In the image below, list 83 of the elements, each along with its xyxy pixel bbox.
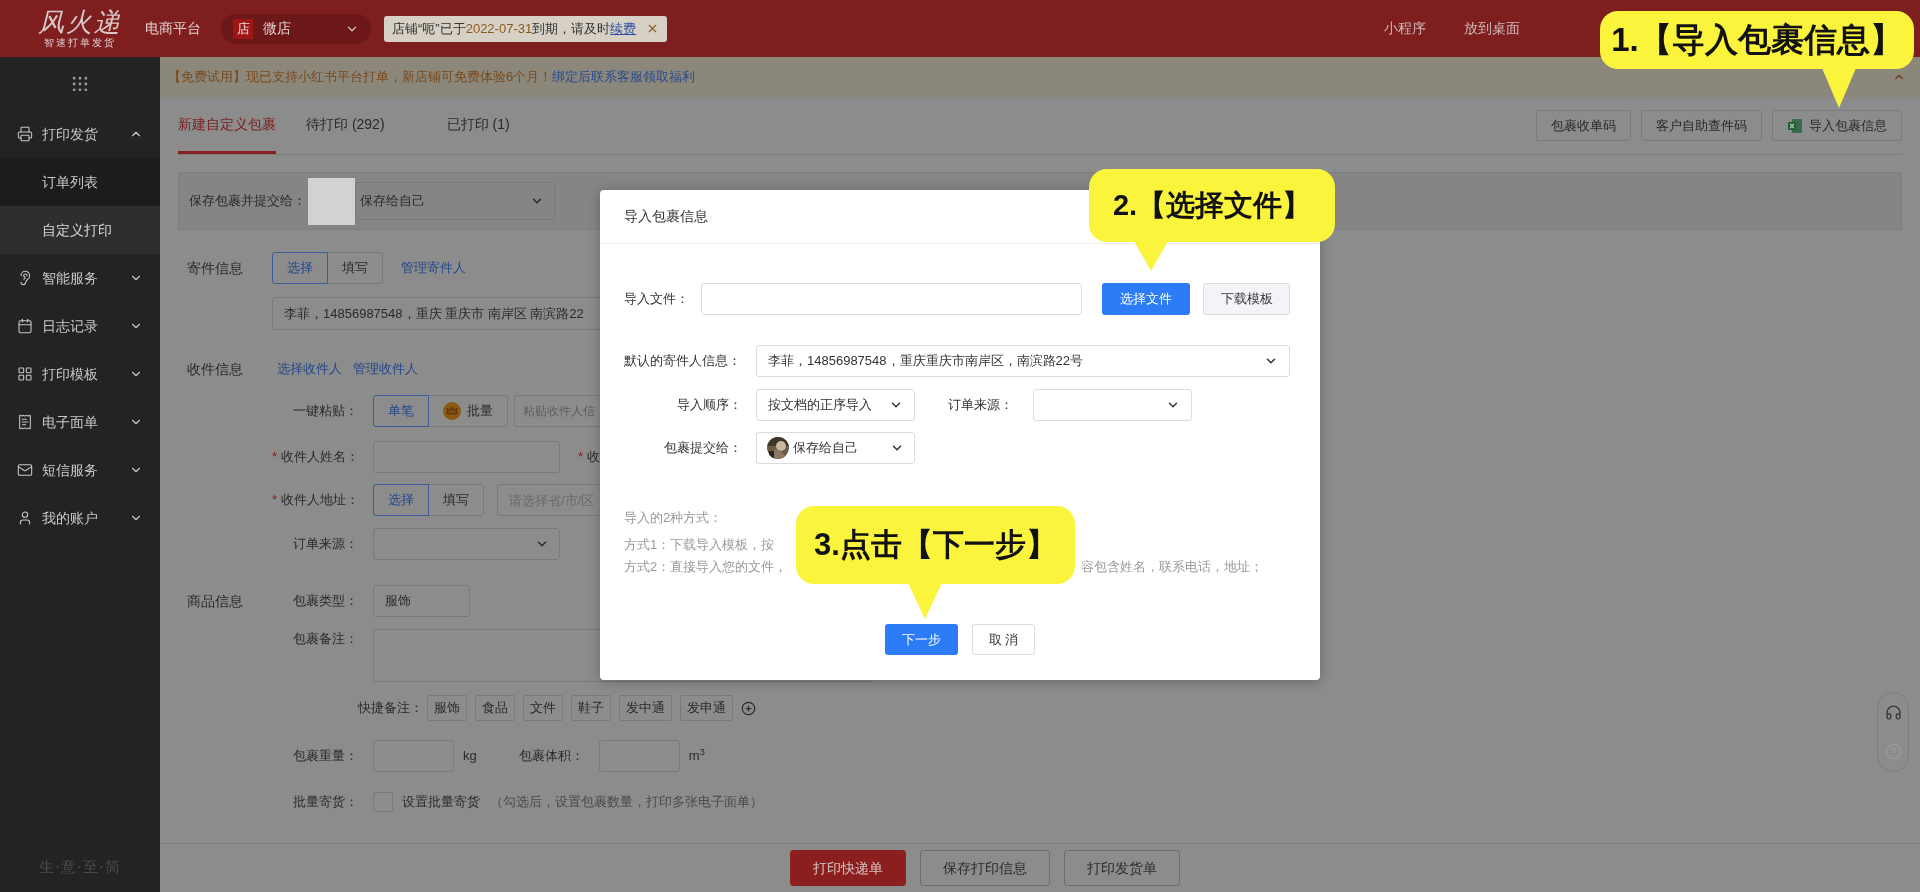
quick-note-tag[interactable]: 文件	[523, 695, 563, 721]
methods-title: 导入的2种方式：	[624, 509, 724, 527]
footer-button[interactable]: 保存打印信息	[920, 850, 1050, 886]
field-label: 包裹提交给：	[663, 439, 743, 458]
field-label: 一键粘贴：	[292, 402, 358, 421]
toolbar-button[interactable]: 导入包裹信息	[1772, 110, 1902, 141]
mode-toggle[interactable]: 填写	[428, 484, 484, 516]
mode-toggle[interactable]: 单笔	[373, 395, 429, 427]
renew-link[interactable]: 续费	[610, 20, 637, 36]
field-label: 包裹重量：	[292, 747, 358, 766]
tab[interactable]: 已打印 (1)	[446, 97, 510, 154]
field-label: 包裹体积：	[518, 747, 584, 766]
field-label: 批量寄货：	[292, 793, 358, 812]
choose-file-button[interactable]: 选择文件	[1102, 283, 1190, 315]
recipient-link[interactable]: 选择收件人	[277, 359, 342, 379]
dialog-title: 导入包裹信息	[624, 207, 708, 226]
field-label: * 收	[578, 448, 601, 467]
sidebar-item[interactable]: 电子面单	[0, 398, 160, 446]
tab[interactable]: 新建自定义包裹	[178, 97, 276, 154]
toolbar-button[interactable]: 客户自助查件码	[1641, 110, 1762, 141]
package-type-field[interactable]: 服饰	[373, 585, 470, 617]
sidebar-item[interactable]: 我的账户	[0, 494, 160, 542]
mode-toggle[interactable]: 选择	[272, 252, 328, 284]
unit-label: m$^{3}$	[688, 746, 705, 766]
hint-text: （勾选后，设置包裹数量，打印多张电子面单）	[490, 793, 763, 812]
shop-select[interactable]: 店 微店	[221, 13, 371, 44]
cancel-button[interactable]: 取 消	[972, 624, 1035, 655]
section-title: 商品信息	[186, 591, 244, 611]
quick-note-tag[interactable]: 服饰	[427, 695, 467, 721]
sidebar-subitem[interactable]: 自定义打印	[0, 206, 160, 254]
field-label: 包裹类型：	[292, 592, 358, 611]
field-label: 包裹备注：	[292, 630, 358, 648]
field-label: 快捷备注：	[358, 699, 423, 718]
mode-toggle[interactable]: 填写	[327, 252, 383, 284]
tab[interactable]: 待打印 (292)	[306, 97, 385, 154]
method-text: 方式1：下载导入模板，按	[624, 536, 775, 554]
callout: 3.点击【下一步】	[796, 506, 1075, 584]
sidebar-item[interactable]: 智能服务	[0, 254, 160, 302]
field-label: * 收件人地址：	[272, 491, 358, 510]
field-label: 默认的寄件人信息：	[624, 352, 742, 371]
platform-label: 电商平台	[145, 19, 201, 38]
notice-text: 【免费试用】现已支持小红书平台打单，新店铺可免费体验6个月！绑定后联系客服领取福利	[168, 68, 696, 87]
download-template-button[interactable]: 下载模板	[1203, 283, 1290, 315]
mode-toggle[interactable]: 选择	[373, 484, 429, 516]
section-title: 寄件信息	[186, 258, 244, 278]
footer-button[interactable]: 打印快递单	[790, 850, 906, 886]
top-link[interactable]: 放到桌面	[1464, 18, 1520, 39]
logo: 风火递	[38, 8, 122, 37]
save-target-select[interactable]: 保存给自己	[355, 182, 555, 220]
sidebar-item[interactable]: 打印模板	[0, 350, 160, 398]
recipient-link[interactable]: 管理收件人	[353, 359, 418, 379]
notice-link[interactable]: 绑定后联系客服领取福利	[552, 69, 696, 85]
toolbar-button[interactable]: 包裹收单码	[1536, 110, 1631, 141]
footer-button[interactable]: 打印发货单	[1064, 850, 1180, 886]
save-label: 保存包裹并提交给：	[189, 192, 306, 211]
field-label: * 收件人姓名：	[272, 448, 358, 467]
section-title: 收件信息	[186, 359, 244, 379]
unit-label: kg	[463, 747, 477, 766]
quick-note-tag[interactable]: 食品	[475, 695, 515, 721]
checkbox-label: 设置批量寄货	[402, 793, 480, 812]
field-label: 导入顺序：	[676, 396, 743, 415]
default-sender-select[interactable]: 李菲，14856987548，重庆重庆市南岸区，南滨路22号	[756, 345, 1290, 377]
sidebar-subitem[interactable]: 订单列表	[0, 158, 160, 206]
method-text: 方式2：直接导入您的文件，	[624, 558, 788, 577]
callout: 2.【选择文件】	[1089, 169, 1335, 242]
sidebar-item[interactable]: 日志记录	[0, 302, 160, 350]
quick-note-tag[interactable]: 鞋子	[571, 695, 611, 721]
shop-badge: 店	[233, 18, 253, 39]
next-button[interactable]: 下一步	[885, 624, 958, 655]
mode-toggle[interactable]: 批量	[428, 395, 508, 427]
top-link[interactable]: 小程序	[1384, 18, 1426, 39]
quick-note-tag[interactable]: 发申通	[680, 695, 733, 721]
expiry-text: 店铺“呃”已于2022-07-31到期，请及时续费	[392, 19, 637, 38]
submit-target-select[interactable]: 保存给自己	[756, 432, 915, 464]
field-label: 订单来源：	[292, 535, 358, 554]
manage-sender-link[interactable]: 管理寄件人	[401, 258, 466, 278]
field-label: 订单来源：	[947, 396, 1014, 415]
logo-tagline: 智速打单发货	[44, 36, 116, 49]
quick-note-tag[interactable]: 发中通	[619, 695, 672, 721]
method-text: 容包含姓名，联系电话，地址；	[1081, 558, 1263, 577]
sidebar-item[interactable]: 短信服务	[0, 446, 160, 494]
import-order-select[interactable]: 按文档的正序导入	[756, 389, 915, 421]
sidebar-item[interactable]: 打印发货	[0, 110, 160, 158]
